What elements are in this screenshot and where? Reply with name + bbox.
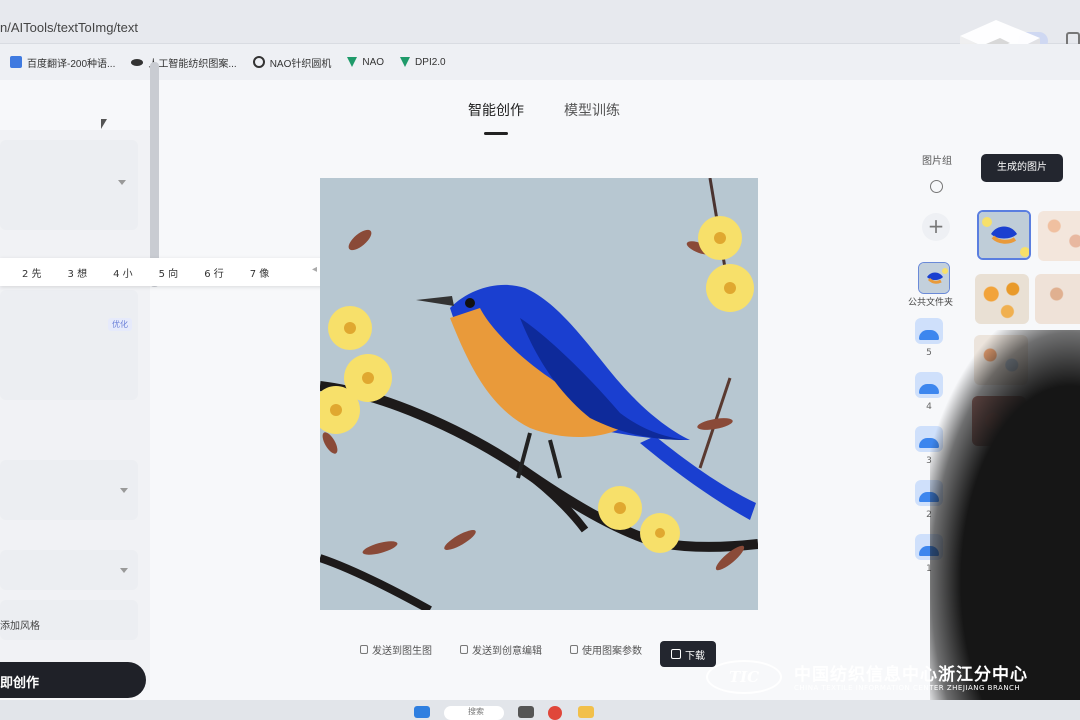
screen: n/AITools/textToImg/text 百度翻译-200种语... 人… — [0, 0, 1080, 720]
bookmark-item[interactable]: DPI2.0 — [400, 57, 446, 68]
chevron-down-icon — [120, 488, 128, 493]
browser-address-bar: n/AITools/textToImg/text — [0, 0, 1080, 50]
download-label: 下载 — [685, 650, 705, 662]
prompt-suggestion-strip: 2 先 3 想 4 小 5 向 6 行 7 像 ◂ ▸ — [0, 258, 372, 286]
bookmarks-bar: 百度翻译-200种语... 人工智能纺织图案... NAO针织圆机 NAO DP… — [0, 44, 1080, 80]
create-button[interactable]: 即创作 — [0, 662, 146, 698]
bookmark-item[interactable]: NAO — [347, 57, 384, 68]
search-icon[interactable] — [930, 180, 943, 193]
bookmark-label: NAO针织圆机 — [269, 58, 332, 70]
windows-start-icon[interactable] — [414, 706, 430, 718]
bird-thumb-icon — [919, 263, 949, 293]
add-group-button[interactable]: + — [922, 213, 950, 241]
send-to-img2img-button[interactable]: 发送到图生图 — [360, 642, 432, 657]
bookmark-item[interactable]: 百度翻译-200种语... — [10, 55, 115, 70]
url-text[interactable]: n/AITools/textToImg/text — [0, 20, 138, 35]
add-style-button[interactable]: 添加风格 — [0, 611, 134, 635]
bird-thumb-icon — [979, 212, 1029, 258]
chevron-down-icon — [120, 568, 128, 573]
bookmark-label: DPI2.0 — [415, 56, 446, 68]
suggestion-item[interactable]: 7 像 — [250, 265, 270, 280]
generated-thumbnail[interactable] — [977, 210, 1031, 260]
suggestion-item[interactable]: 2 先 — [22, 265, 42, 280]
setting-select[interactable] — [0, 550, 138, 590]
translate-icon — [10, 56, 22, 68]
bookmark-item[interactable]: NAO针织圆机 — [252, 55, 332, 70]
watermark-cn: 中国纺织信息中心浙江分中心 — [794, 665, 1028, 685]
generated-images-button[interactable]: 生成的图片 — [981, 154, 1063, 182]
hand-pointer-icon — [360, 645, 368, 654]
tab-smart-create[interactable]: 智能创作 — [468, 100, 524, 120]
v-logo-icon — [347, 57, 358, 67]
tic-logo: TIC — [706, 660, 782, 694]
image-group-label: 图片组 — [922, 156, 952, 167]
model-select[interactable] — [0, 140, 138, 230]
generated-thumbnail[interactable] — [1038, 211, 1080, 261]
bookmark-label: 人工智能纺织图案... — [148, 58, 237, 70]
file-explorer-icon[interactable] — [578, 706, 594, 718]
mouse-cursor-icon — [101, 119, 107, 129]
task-view-icon[interactable] — [518, 706, 534, 718]
v-logo-icon — [400, 57, 411, 67]
left-settings-panel — [0, 130, 150, 690]
public-folder-label: 公共文件夹 — [908, 298, 954, 308]
bird-on-branch-image — [320, 178, 758, 610]
watermark-en: CHINA TEXTILE INFORMATION CENTER ZHEJIAN… — [794, 684, 1021, 692]
tab-model-training[interactable]: 模型训练 — [564, 100, 620, 120]
action-label: 发送到图生图 — [372, 646, 432, 657]
hand-pointer-icon — [460, 645, 468, 654]
action-label: 使用图案参数 — [582, 646, 642, 657]
public-folder-thumbnail[interactable] — [918, 262, 950, 294]
optimize-button[interactable]: 优化 — [108, 318, 132, 331]
generated-thumbnail[interactable] — [975, 274, 1029, 324]
suggestion-item[interactable]: 4 小 — [113, 265, 133, 280]
ai-icon — [131, 58, 144, 66]
download-icon — [671, 649, 681, 659]
setting-select[interactable] — [0, 460, 138, 520]
prev-arrow-icon[interactable]: ◂ — [312, 264, 317, 275]
suggestion-item[interactable]: 3 想 — [68, 265, 88, 280]
watermark: TIC 中国纺织信息中心浙江分中心 CHINA TEXTILE INFORMAT… — [706, 658, 1078, 698]
bookmark-label: NAO — [362, 56, 385, 68]
chrome-icon[interactable] — [548, 706, 562, 720]
image-actions: 发送到图生图 发送到创意编辑 使用图案参数 — [360, 642, 642, 657]
hand-pointer-icon — [570, 645, 578, 654]
suggestion-item[interactable]: 5 向 — [159, 265, 179, 280]
send-to-editor-button[interactable]: 发送到创意编辑 — [460, 642, 542, 657]
use-params-button[interactable]: 使用图案参数 — [570, 642, 642, 657]
generated-image-preview — [320, 178, 758, 610]
c-logo-icon — [252, 56, 265, 68]
suggestion-item[interactable]: 6 行 — [204, 265, 224, 280]
mode-tabs: 智能创作 模型训练 — [468, 100, 620, 120]
taskbar-search[interactable]: 搜索 — [444, 706, 504, 720]
bookmark-item[interactable]: 人工智能纺织图案... — [131, 55, 237, 70]
action-label: 发送到创意编辑 — [472, 646, 542, 657]
os-taskbar: 搜索 — [0, 700, 1080, 720]
prompt-textarea[interactable] — [0, 290, 138, 400]
left-panel-scrollbar[interactable] — [150, 62, 159, 287]
bookmark-label: 百度翻译-200种语... — [27, 58, 116, 70]
generated-thumbnail[interactable] — [1035, 274, 1080, 324]
active-tab-indicator — [484, 132, 508, 135]
chevron-down-icon — [118, 180, 126, 185]
